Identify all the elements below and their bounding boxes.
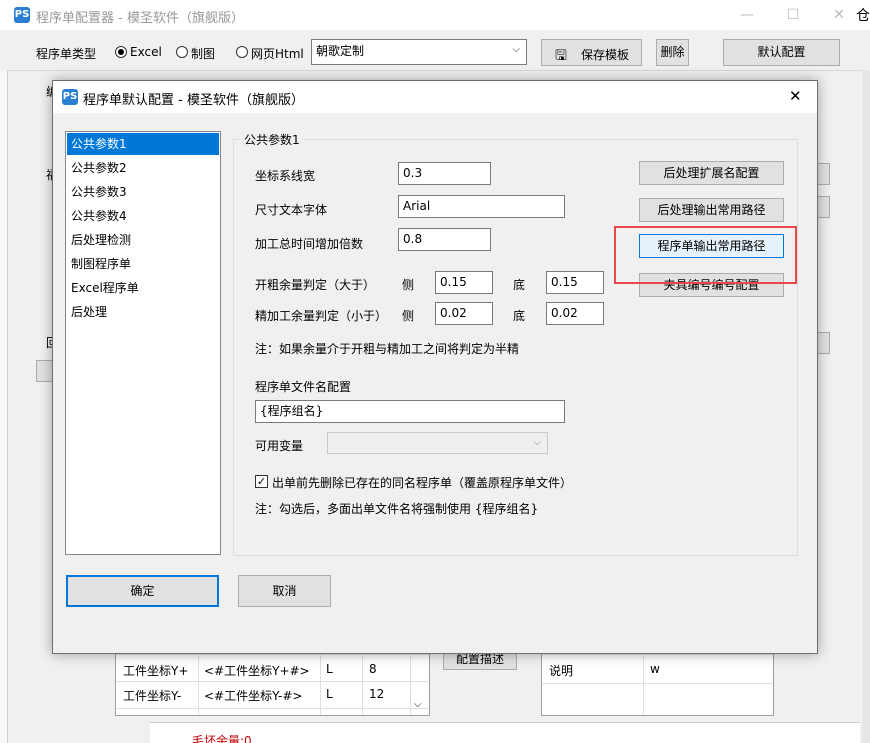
default-config-button[interactable]: 默认配置: [723, 39, 840, 66]
post-ext-config-button[interactable]: 后处理扩展名配置: [639, 161, 784, 185]
font-input[interactable]: Arial: [398, 195, 565, 218]
type-label: 程序单类型: [36, 47, 97, 61]
allowance-note: 注：如果余量介于开粗与精加工之间将判定为半精: [255, 342, 520, 356]
app-logo-icon: PS: [14, 7, 30, 23]
left-panel-edge: [0, 70, 8, 743]
table-cell: <#工件坐标Y-#>: [204, 689, 303, 703]
filename-note: 注：勾选后，多面出单文件名将强制使用 {程序组名}: [255, 502, 539, 516]
radio-html-label: 网页Html: [251, 47, 304, 61]
table-cell: 工件坐标Y+: [123, 664, 189, 678]
post-output-path-button[interactable]: 后处理输出常用路径: [639, 198, 784, 222]
radio-html[interactable]: [236, 46, 248, 58]
table-grid-line: [542, 654, 773, 655]
variables-label: 可用变量: [255, 439, 304, 453]
nav-item-excel-sheet[interactable]: Excel程序单: [67, 277, 219, 299]
toolbar-divider: [8, 70, 862, 71]
save-template-button[interactable]: 🖫 保存模板: [541, 39, 642, 66]
coord-width-label: 坐标系线宽: [255, 169, 316, 183]
stock-allowance-text: 毛坯余量:0: [192, 734, 252, 743]
scrollbar-track[interactable]: [862, 70, 870, 743]
dialog-close-icon[interactable]: ✕: [789, 87, 802, 105]
filename-config-label: 程序单文件名配置: [255, 380, 352, 394]
minimize-icon[interactable]: —: [732, 4, 762, 26]
save-icon: 🖫: [555, 48, 567, 64]
chevron-down-icon[interactable]: ⌵: [414, 699, 422, 710]
nav-item-common-params-3[interactable]: 公共参数3: [67, 181, 219, 203]
main-window-title: 程序单配置器 - 模圣软件（旗舰版）: [36, 11, 244, 26]
highlight-box: [614, 226, 797, 284]
table-cell: L: [326, 662, 333, 676]
nav-item-common-params-2[interactable]: 公共参数2: [67, 157, 219, 179]
save-template-label: 保存模板: [581, 48, 630, 62]
ok-button[interactable]: 确定: [66, 575, 219, 607]
table-cell: <#工件坐标Y+#>: [204, 664, 310, 678]
table-cell: 说明: [549, 664, 574, 678]
delete-button[interactable]: 删除: [656, 39, 689, 66]
dialog-title: 程序单默认配置 - 模圣软件（旗舰版）: [83, 93, 304, 108]
main-title-bar: PS 程序单配置器 - 模圣软件（旗舰版） — ☐ ✕ 仓: [0, 0, 870, 30]
rough-side-input[interactable]: 0.15: [435, 271, 493, 294]
rough-label: 开粗余量判定（大于）: [255, 278, 376, 292]
radio-drawing[interactable]: [176, 46, 188, 58]
table-cell: L: [326, 687, 333, 701]
maximize-icon[interactable]: ☐: [778, 4, 808, 26]
finish-bottom-input[interactable]: 0.02: [546, 302, 604, 325]
time-mult-label: 加工总时间增加倍数: [255, 237, 364, 251]
radio-excel-label: Excel: [130, 45, 162, 59]
finish-side-label: 侧: [402, 309, 415, 323]
table-cell: 工件坐标Y-: [123, 689, 182, 703]
rough-bottom-label: 底: [513, 278, 526, 292]
finish-bottom-label: 底: [513, 309, 526, 323]
close-icon[interactable]: ✕: [824, 4, 854, 26]
radio-excel[interactable]: [115, 46, 127, 58]
finish-label: 精加工余量判定（小于）: [255, 309, 388, 323]
group-title: 公共参数1: [241, 131, 303, 148]
cancel-button[interactable]: 取消: [238, 575, 331, 607]
time-mult-input[interactable]: 0.8: [398, 228, 491, 251]
chevron-down-icon: ⌵: [533, 437, 541, 448]
finish-side-input[interactable]: 0.02: [435, 302, 493, 325]
nav-item-common-params-1[interactable]: 公共参数1: [67, 133, 219, 155]
rough-side-label: 侧: [402, 278, 415, 292]
filename-config-input[interactable]: {程序组名}: [255, 400, 565, 423]
coord-width-input[interactable]: 0.3: [398, 162, 491, 185]
table-grid-line: [116, 681, 429, 682]
default-config-dialog: PS 程序单默认配置 - 模圣软件（旗舰版） ✕ 公共参数1 公共参数2 公共参…: [52, 80, 818, 654]
table-cell: w: [650, 662, 660, 676]
font-label: 尺寸文本字体: [255, 203, 328, 217]
chevron-down-icon: ⌵: [512, 44, 520, 55]
table-cell: 12: [369, 687, 385, 701]
template-select-value: 朝歌定制: [316, 44, 365, 58]
table-grid-line: [116, 654, 429, 655]
settings-nav-list: 公共参数1 公共参数2 公共参数3 公共参数4 后处理检测 制图程序单 Exce…: [65, 131, 221, 555]
delete-existing-checkbox[interactable]: ✓: [255, 475, 268, 488]
nav-item-drawing-sheet[interactable]: 制图程序单: [67, 253, 219, 275]
info-strip: 毛坯余量:0: [150, 722, 860, 743]
radio-drawing-label: 制图: [191, 47, 216, 61]
nav-item-post-processing[interactable]: 后处理: [67, 301, 219, 323]
template-select[interactable]: 朝歌定制 ⌵: [311, 39, 527, 65]
rough-bottom-input[interactable]: 0.15: [546, 271, 604, 294]
delete-existing-label: 出单前先删除已存在的同名程序单（覆盖原程序单文件）: [272, 476, 573, 490]
nav-item-post-check[interactable]: 后处理检测: [67, 229, 219, 251]
partial-window-char: 仓: [856, 8, 870, 24]
dialog-title-bar: PS 程序单默认配置 - 模圣软件（旗舰版） ✕: [53, 81, 817, 113]
variables-select[interactable]: ⌵: [327, 432, 548, 454]
table-grid-line: [116, 708, 429, 709]
table-cell: 8: [369, 662, 377, 676]
app-logo-icon: PS: [62, 89, 78, 105]
nav-item-common-params-4[interactable]: 公共参数4: [67, 205, 219, 227]
table-grid-line: [542, 683, 773, 684]
